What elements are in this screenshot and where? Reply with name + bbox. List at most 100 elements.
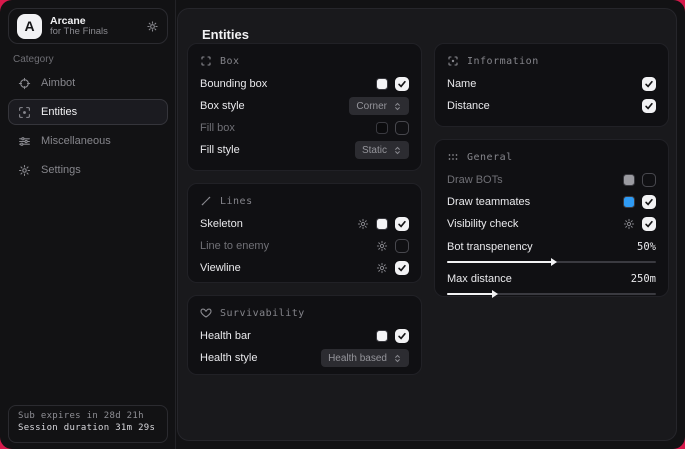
setting-label: Line to enemy xyxy=(200,240,376,252)
checkbox[interactable] xyxy=(642,173,656,187)
fill-style-dropdown[interactable]: Static xyxy=(355,141,409,159)
card-title: Information xyxy=(467,56,539,67)
checkbox[interactable] xyxy=(642,99,656,113)
color-swatch[interactable] xyxy=(376,122,388,134)
setting-row-bounding-box: Bounding box xyxy=(200,73,409,95)
sync-gear-icon[interactable] xyxy=(146,20,159,33)
setting-label: Box style xyxy=(200,100,349,112)
app-name: Arcane xyxy=(50,15,138,27)
checkbox[interactable] xyxy=(395,261,409,275)
checkbox[interactable] xyxy=(642,217,656,231)
card-title: General xyxy=(467,152,513,163)
bot-transparency-slider[interactable] xyxy=(447,261,656,263)
max-distance-slider-group: Max distance 250m xyxy=(447,269,656,295)
unfold-icon xyxy=(393,146,402,155)
setting-label: Name xyxy=(447,78,642,90)
card-title: Survivability xyxy=(220,308,305,319)
color-swatch[interactable] xyxy=(623,196,635,208)
crosshair-icon xyxy=(18,77,31,90)
setting-label: Fill box xyxy=(200,122,376,134)
app-window: A Arcane for The Finals Category xyxy=(0,0,685,449)
sub-expiry-text: Sub expires in 28d 21h xyxy=(18,411,158,421)
sidebar-item-label: Entities xyxy=(41,106,77,118)
setting-row-draw-bots: Draw BOTs xyxy=(447,169,656,191)
setting-row-health-bar: Health bar xyxy=(200,325,409,347)
card-lines: Lines Skeleton Line to enemy xyxy=(187,183,422,283)
setting-row-fill-style: Fill style Static xyxy=(200,139,409,161)
unfold-icon xyxy=(393,102,402,111)
color-swatch[interactable] xyxy=(376,218,388,230)
heart-pulse-icon xyxy=(200,307,212,319)
row-settings-gear-icon[interactable] xyxy=(623,218,635,230)
scan-eye-icon xyxy=(18,106,31,119)
box-style-dropdown[interactable]: Corner xyxy=(349,97,409,115)
sidebar-nav: Aimbot Entities Miscella xyxy=(8,70,168,183)
card-general: General Draw BOTs Draw teammates xyxy=(434,139,669,297)
scan-info-icon xyxy=(447,55,459,67)
dropdown-value: Health based xyxy=(328,353,387,364)
sidebar: A Arcane for The Finals Category xyxy=(0,0,176,449)
setting-label: Health bar xyxy=(200,330,376,342)
row-settings-gear-icon[interactable] xyxy=(376,262,388,274)
checkbox[interactable] xyxy=(395,239,409,253)
setting-label: Draw BOTs xyxy=(447,174,623,186)
slider-label: Bot transpenency xyxy=(447,241,637,253)
checkbox[interactable] xyxy=(642,195,656,209)
slider-fill xyxy=(447,293,493,295)
setting-label: Distance xyxy=(447,100,642,112)
checkbox[interactable] xyxy=(395,217,409,231)
slider-fill xyxy=(447,261,552,263)
sidebar-item-label: Miscellaneous xyxy=(41,135,111,147)
setting-label: Skeleton xyxy=(200,218,357,230)
setting-row-fill-box: Fill box xyxy=(200,117,409,139)
setting-row-viewline: Viewline xyxy=(200,257,409,279)
checkbox[interactable] xyxy=(395,329,409,343)
sidebar-item-miscellaneous[interactable]: Miscellaneous xyxy=(8,128,168,154)
color-swatch[interactable] xyxy=(623,174,635,186)
setting-row-health-style: Health style Health based xyxy=(200,347,409,369)
setting-row-name: Name xyxy=(447,73,656,95)
page-title: Entities xyxy=(202,27,249,42)
sidebar-item-label: Settings xyxy=(41,164,81,176)
dropdown-value: Static xyxy=(362,145,387,156)
subscription-info: Sub expires in 28d 21h Session duration … xyxy=(8,405,168,443)
sidebar-item-settings[interactable]: Settings xyxy=(8,157,168,183)
setting-row-skeleton: Skeleton xyxy=(200,213,409,235)
checkbox[interactable] xyxy=(395,121,409,135)
row-settings-gear-icon[interactable] xyxy=(357,218,369,230)
app-logo: A xyxy=(17,14,42,39)
sliders-icon xyxy=(18,135,31,148)
checkbox[interactable] xyxy=(395,77,409,91)
setting-label: Draw teammates xyxy=(447,196,623,208)
bot-transparency-slider-group: Bot transpenency 50% xyxy=(447,237,656,263)
max-distance-slider[interactable] xyxy=(447,293,656,295)
slider-value: 50% xyxy=(637,241,656,253)
health-style-dropdown[interactable]: Health based xyxy=(321,349,409,367)
slider-label: Max distance xyxy=(447,273,631,285)
color-swatch[interactable] xyxy=(376,330,388,342)
row-settings-gear-icon[interactable] xyxy=(376,240,388,252)
card-survivability: Survivability Health bar Health style xyxy=(187,295,422,375)
dropdown-value: Corner xyxy=(356,101,387,112)
session-duration-text: Session duration 31m 29s xyxy=(18,423,158,433)
sidebar-item-label: Aimbot xyxy=(41,77,75,89)
diagonal-line-icon xyxy=(200,195,212,207)
setting-row-line-to-enemy: Line to enemy xyxy=(200,235,409,257)
bounding-box-icon xyxy=(200,55,212,67)
setting-row-draw-teammates: Draw teammates xyxy=(447,191,656,213)
setting-label: Health style xyxy=(200,352,321,364)
gear-icon xyxy=(18,164,31,177)
card-information: Information Name Distance xyxy=(434,43,669,127)
app-header: A Arcane for The Finals xyxy=(8,8,168,44)
color-swatch[interactable] xyxy=(376,78,388,90)
card-title: Lines xyxy=(220,196,253,207)
setting-label: Fill style xyxy=(200,144,355,156)
category-label: Category xyxy=(13,54,54,65)
checkbox[interactable] xyxy=(642,77,656,91)
setting-row-distance: Distance xyxy=(447,95,656,117)
sidebar-item-aimbot[interactable]: Aimbot xyxy=(8,70,168,96)
sidebar-item-entities[interactable]: Entities xyxy=(8,99,168,125)
slider-value: 250m xyxy=(631,273,656,285)
main-panel: Entities Box Bounding box xyxy=(177,8,677,441)
setting-label: Bounding box xyxy=(200,78,376,90)
